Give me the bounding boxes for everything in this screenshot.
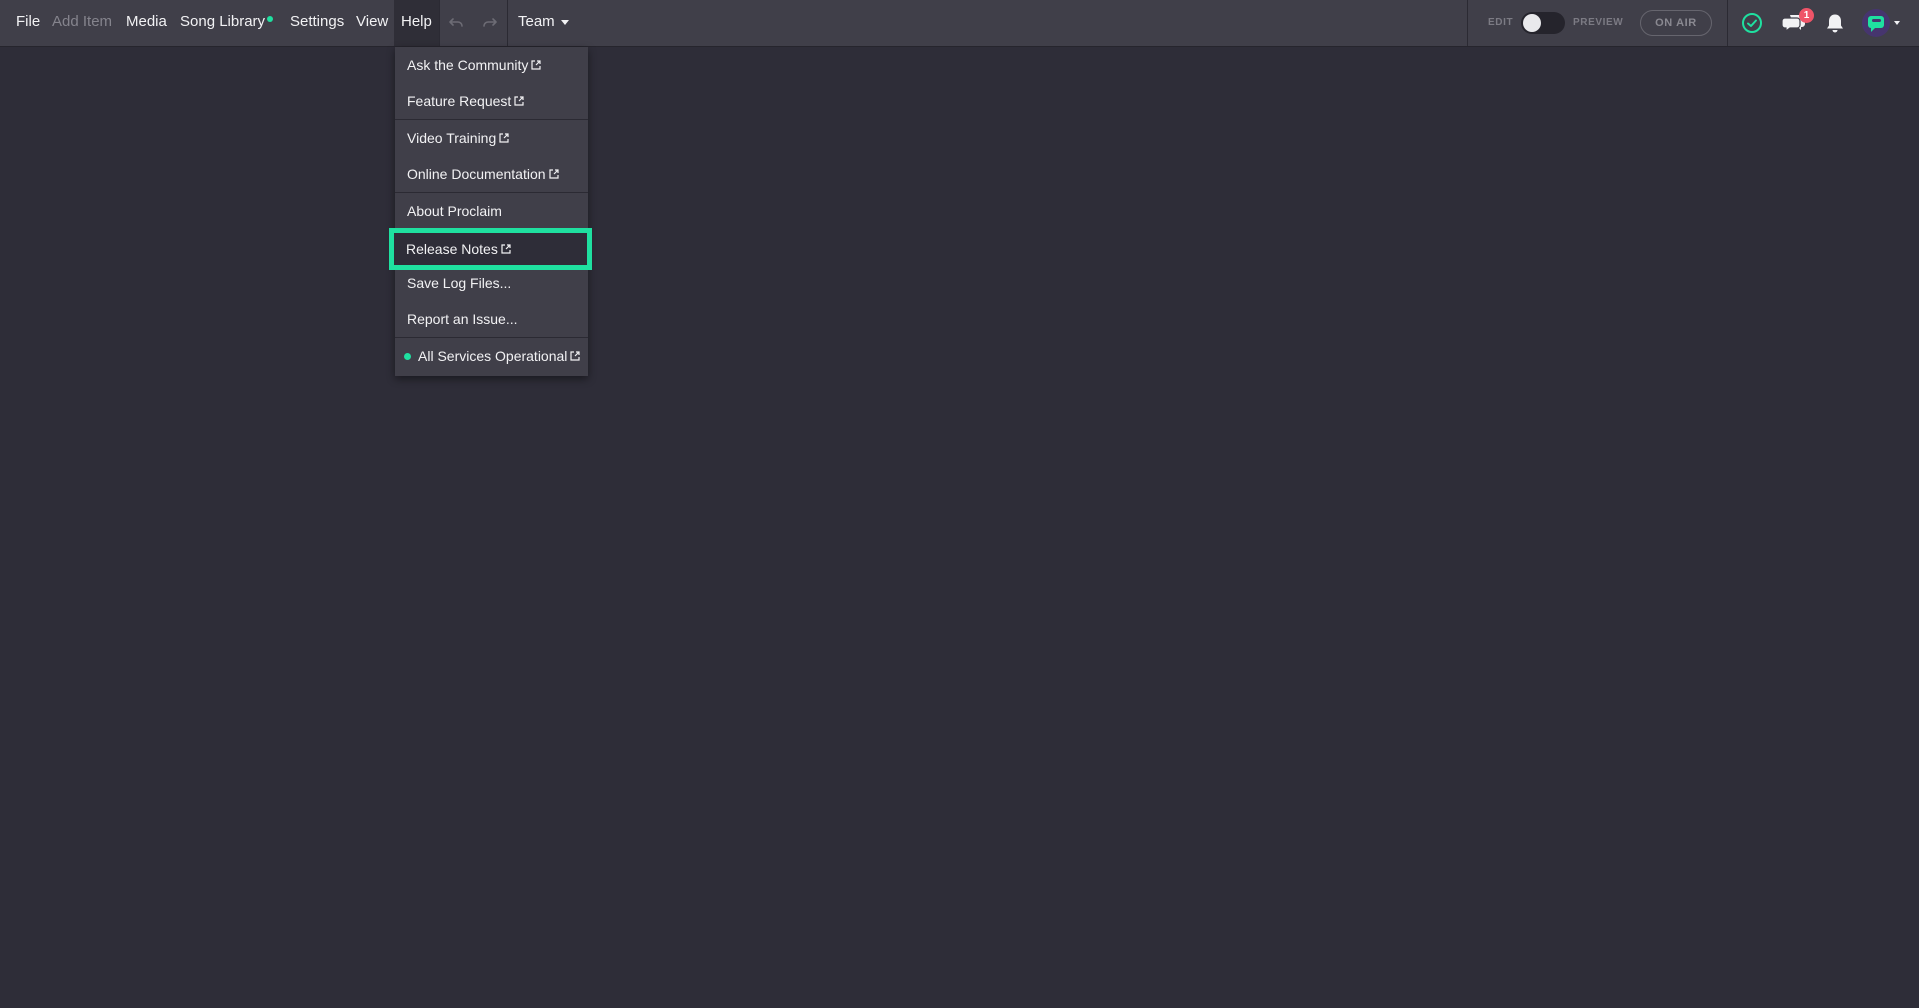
edit-mode-label: EDIT <box>1488 17 1514 28</box>
menu-all-services-operational[interactable]: All Services Operational <box>395 338 588 374</box>
menu-save-log-files[interactable]: Save Log Files... <box>395 265 588 301</box>
menu-item-label: About Proclaim <box>407 203 502 219</box>
menubar-divider <box>1727 0 1728 46</box>
menu-media[interactable]: Media <box>126 0 167 46</box>
menu-song-library[interactable]: Song Library <box>180 0 265 46</box>
chat-notification-badge: 1 <box>1799 8 1814 23</box>
edit-preview-toggle[interactable] <box>1521 12 1565 34</box>
redo-icon[interactable] <box>482 14 498 35</box>
menu-view[interactable]: View <box>356 0 388 46</box>
menu-about-proclaim[interactable]: About Proclaim <box>395 193 588 229</box>
top-menubar: File Add Item Media Song Library Setting… <box>0 0 1919 47</box>
app-logo-avatar[interactable] <box>1862 9 1902 42</box>
external-link-icon <box>501 228 511 270</box>
menu-item-label: Online Documentation <box>407 166 546 182</box>
menu-item-label: Ask the Community <box>407 57 529 73</box>
external-link-icon <box>514 83 524 119</box>
external-link-icon <box>531 47 541 83</box>
preview-mode-label: PREVIEW <box>1573 17 1624 28</box>
external-link-icon <box>548 156 559 192</box>
menu-ask-the-community[interactable]: Ask the Community <box>395 47 588 83</box>
menu-item-label: Save Log Files... <box>407 275 512 291</box>
bell-icon[interactable] <box>1825 13 1845 39</box>
menu-report-an-issue[interactable]: Report an Issue... <box>395 301 588 337</box>
external-link-icon <box>570 338 581 374</box>
team-label: Team <box>518 13 555 30</box>
menu-feature-request[interactable]: Feature Request <box>395 83 588 119</box>
menu-file[interactable]: File <box>16 0 40 46</box>
team-dropdown[interactable]: Team <box>518 0 569 46</box>
menubar-divider <box>1467 0 1468 46</box>
external-link-icon <box>499 120 509 156</box>
check-circle-icon[interactable] <box>1741 12 1763 39</box>
status-dot-icon <box>404 352 411 360</box>
menubar-divider <box>507 0 508 46</box>
menu-item-label: All Services Operational <box>418 348 568 364</box>
song-library-status-dot <box>267 16 273 22</box>
menu-item-label: Video Training <box>407 130 497 146</box>
menu-item-label: Release Notes <box>406 241 498 257</box>
menubar-divider <box>439 0 440 46</box>
menu-item-label: Report an Issue... <box>407 311 518 327</box>
help-dropdown-menu: Ask the Community Feature Request Video … <box>395 47 588 376</box>
menu-video-training[interactable]: Video Training <box>395 120 588 156</box>
menu-online-documentation[interactable]: Online Documentation <box>395 156 588 192</box>
undo-icon[interactable] <box>448 14 464 35</box>
chevron-down-icon <box>560 19 569 25</box>
toggle-knob <box>1523 14 1541 32</box>
menu-add-item[interactable]: Add Item <box>52 0 112 46</box>
menu-release-notes[interactable]: Release Notes <box>406 228 511 270</box>
menu-settings[interactable]: Settings <box>290 0 344 46</box>
on-air-button[interactable]: ON AIR <box>1640 10 1712 36</box>
menu-help[interactable]: Help <box>394 0 439 46</box>
menu-item-label: Feature Request <box>407 93 512 109</box>
